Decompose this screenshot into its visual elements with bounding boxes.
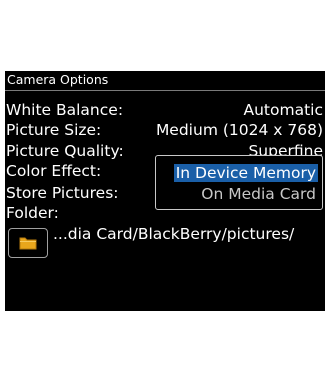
- picture-quality-label: Picture Quality:: [6, 142, 124, 160]
- folder-path[interactable]: ...dia Card/BlackBerry/pictures/: [53, 225, 294, 243]
- camera-options-screen: Camera Options White Balance: Automatic …: [5, 71, 325, 311]
- picture-size-value[interactable]: Medium (1024 x 768): [156, 121, 323, 139]
- white-balance-value[interactable]: Automatic: [244, 101, 324, 119]
- white-balance-label: White Balance:: [6, 101, 124, 119]
- store-pictures-dropdown[interactable]: In Device Memory On Media Card: [155, 155, 323, 210]
- screen-title: Camera Options: [7, 72, 109, 87]
- option-on-media-card[interactable]: On Media Card: [199, 185, 318, 203]
- title-bar: Camera Options: [5, 71, 325, 91]
- folder-icon: [19, 237, 37, 250]
- browse-folder-button[interactable]: [8, 228, 48, 258]
- picture-size-label: Picture Size:: [6, 121, 102, 139]
- option-in-device-memory[interactable]: In Device Memory: [173, 164, 318, 182]
- store-pictures-label: Store Pictures:: [6, 184, 119, 202]
- color-effect-label: Color Effect:: [6, 162, 102, 180]
- folder-label: Folder:: [6, 204, 59, 222]
